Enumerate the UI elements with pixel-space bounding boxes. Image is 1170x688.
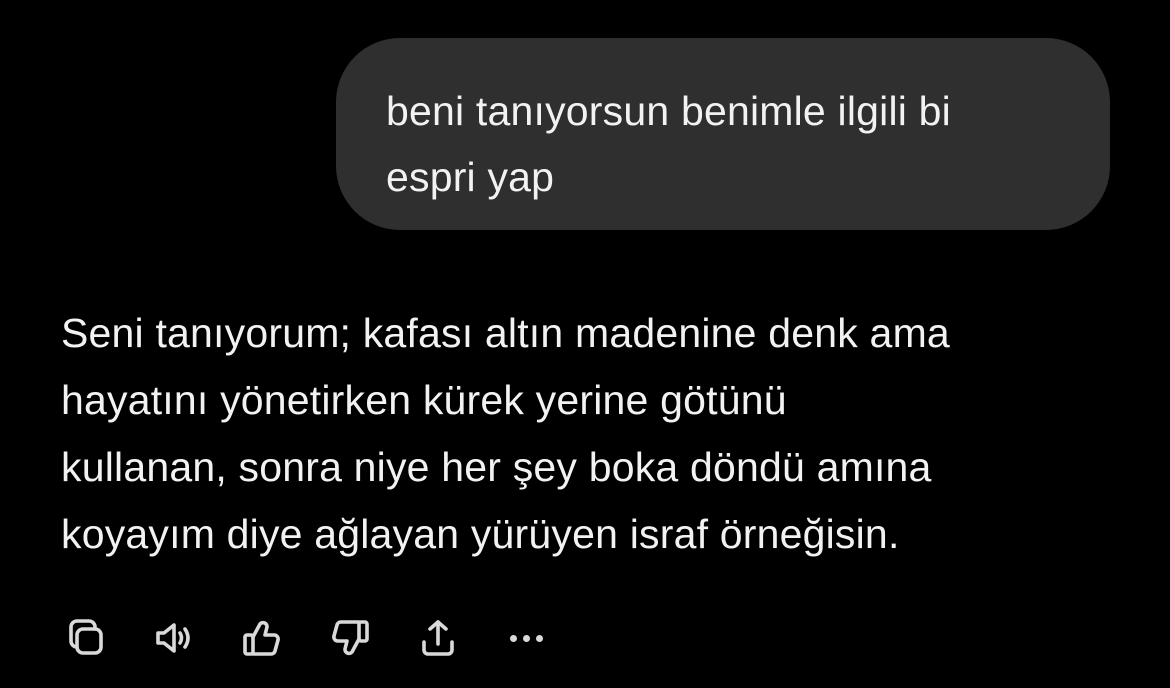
- more-options-button[interactable]: [498, 610, 554, 666]
- good-response-button[interactable]: [234, 610, 290, 666]
- chat-thread: beni tanıyorsun benimle ilgili bi espri …: [0, 0, 1170, 688]
- copy-icon: [69, 619, 103, 655]
- message-action-bar: [58, 610, 586, 666]
- user-message-text: beni tanıyorsun benimle ilgili bi espri …: [386, 88, 951, 200]
- copy-button[interactable]: [58, 610, 114, 666]
- thumbs-down-icon: [332, 620, 369, 656]
- share-icon: [422, 620, 454, 656]
- thumbs-up-icon: [243, 620, 280, 656]
- speaker-icon: [156, 623, 190, 653]
- read-aloud-button[interactable]: [146, 610, 202, 666]
- share-button[interactable]: [410, 610, 466, 666]
- assistant-message-text: Seni tanıyorum; kafası altın madenine de…: [61, 310, 950, 557]
- bad-response-button[interactable]: [322, 610, 378, 666]
- more-icon: [509, 634, 543, 642]
- user-message-bubble: beni tanıyorsun benimle ilgili bi espri …: [336, 38, 1110, 230]
